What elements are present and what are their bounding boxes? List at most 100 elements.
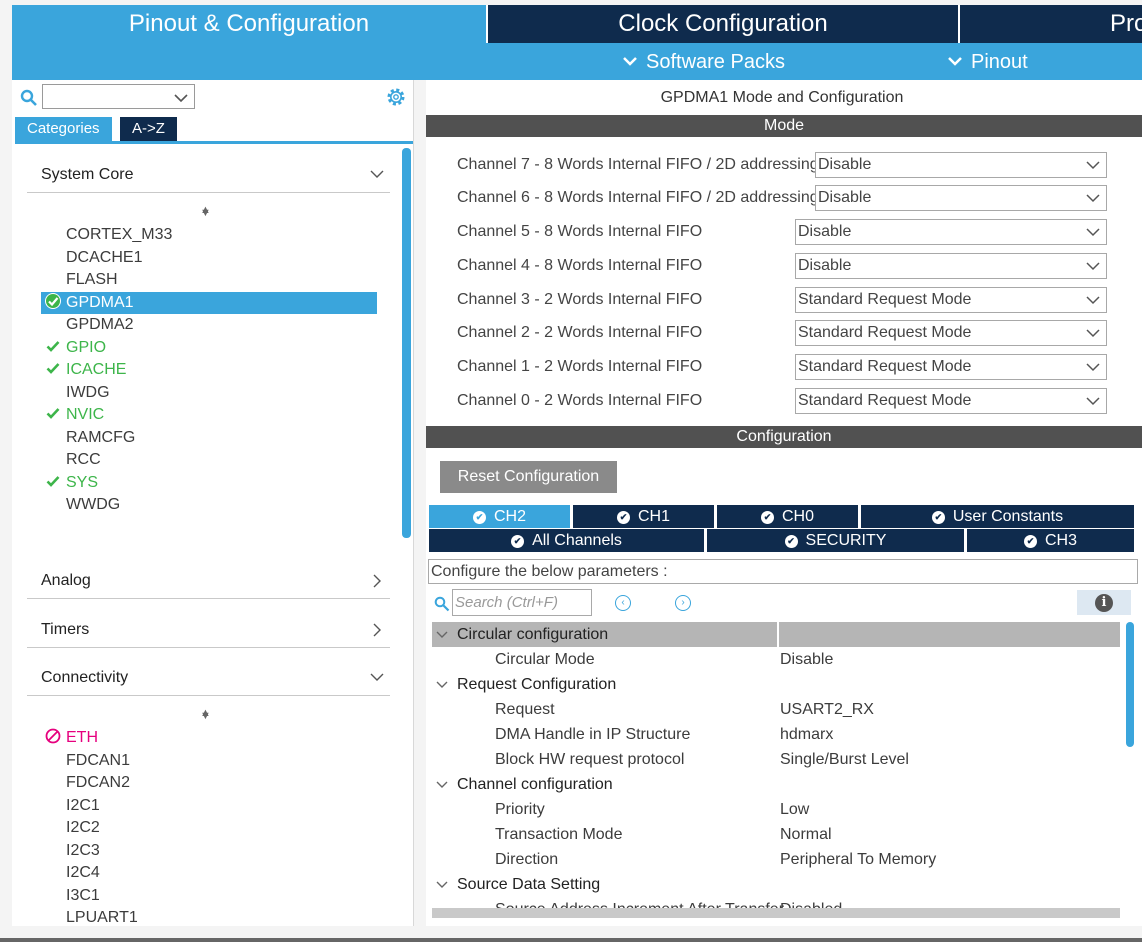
search-icon[interactable]: [20, 89, 38, 107]
config-tab[interactable]: ✔ CH0: [717, 505, 860, 528]
list-item[interactable]: I2C4: [41, 862, 377, 884]
category-connectivity[interactable]: Connectivity: [27, 660, 390, 696]
config-tab[interactable]: ✔ User Constants: [861, 505, 1136, 528]
list-item[interactable]: I2C2: [41, 817, 377, 839]
list-item[interactable]: CORTEX_M33: [41, 224, 377, 246]
tab-project-manager[interactable]: Pro: [960, 5, 1142, 43]
list-item[interactable]: LPUART1: [41, 907, 377, 929]
list-item[interactable]: FDCAN2: [41, 772, 377, 794]
channel-mode-select[interactable]: Disable: [795, 253, 1107, 279]
chevron-down-icon: [1086, 321, 1100, 345]
list-item[interactable]: RCC: [41, 449, 377, 471]
list-item[interactable]: SYS: [41, 472, 377, 494]
parameters-caption: Configure the below parameters :: [428, 559, 1138, 584]
list-item[interactable]: NVIC: [41, 404, 377, 426]
list-item[interactable]: I2C1: [41, 795, 377, 817]
parameter-row[interactable]: Transaction Mode Normal: [432, 822, 1120, 847]
channel-mode-select[interactable]: Standard Request Mode: [795, 320, 1107, 346]
category-analog[interactable]: Analog: [27, 563, 390, 599]
parameter-row[interactable]: Priority Low: [432, 797, 1120, 822]
parameter-group-row[interactable]: Channel configuration: [432, 772, 1120, 797]
channel-mode-select[interactable]: Standard Request Mode: [795, 388, 1107, 414]
parameter-value: Normal: [780, 826, 832, 843]
gear-icon[interactable]: [385, 86, 407, 108]
list-item-label: GPDMA2: [66, 316, 134, 333]
sub-menu-bar: Software Packs Pinout: [12, 43, 1142, 80]
parameter-row[interactable]: Request USART2_RX: [432, 697, 1120, 722]
channel-mode-label: Channel 5 - 8 Words Internal FIFO: [457, 223, 703, 240]
list-item[interactable]: IWDG: [41, 382, 377, 404]
tab-underline: [15, 141, 413, 144]
list-item[interactable]: WWDG: [41, 494, 377, 516]
list-item[interactable]: GPDMA1: [41, 291, 377, 314]
info-icon[interactable]: i: [1095, 594, 1113, 612]
config-tab[interactable]: ✔ CH1: [573, 505, 716, 528]
channel-mode-select[interactable]: Disable: [795, 219, 1107, 245]
list-item-label: I2C2: [66, 819, 100, 836]
check-icon: [43, 337, 63, 359]
config-tab-label: CH3: [1044, 532, 1077, 549]
list-item[interactable]: DCACHE1: [41, 247, 377, 269]
list-item[interactable]: FDCAN1: [41, 750, 377, 772]
parameter-group-row[interactable]: Circular configuration: [432, 622, 1120, 647]
tab-pinout-configuration[interactable]: Pinout & Configuration: [12, 5, 486, 43]
config-tab[interactable]: ✔ SECURITY: [707, 529, 966, 552]
list-item-label: WWDG: [66, 496, 121, 513]
search-combo[interactable]: [42, 84, 195, 109]
software-packs-menu[interactable]: Software Packs: [622, 43, 785, 80]
list-item[interactable]: GPDMA2: [41, 314, 377, 336]
check-circle-icon: ✔: [616, 511, 630, 524]
channel-mode-label: Channel 6 - 8 Words Internal FIFO / 2D a…: [457, 189, 819, 206]
list-item-label: I2C4: [66, 864, 100, 881]
top-navigation: Pinout & Configuration Clock Configurati…: [12, 5, 1142, 80]
list-item[interactable]: ETH: [41, 727, 377, 749]
config-tab-label: SECURITY: [805, 532, 887, 549]
list-item[interactable]: GPIO: [41, 337, 377, 359]
channel-mode-select[interactable]: Standard Request Mode: [795, 354, 1107, 380]
tab-categories[interactable]: Categories: [15, 117, 112, 141]
parameter-search-input[interactable]: Search (Ctrl+F): [452, 589, 592, 616]
tab-a-to-z[interactable]: A->Z: [120, 117, 177, 141]
scrollbar-thumb[interactable]: [402, 148, 411, 538]
parameter-row[interactable]: Block HW request protocol Single/Burst Le…: [432, 747, 1120, 772]
parameter-row[interactable]: DMA Handle in IP Structure hdmarx: [432, 722, 1120, 747]
chevron-right-icon: [373, 574, 381, 588]
list-item-label: ETH: [66, 729, 98, 746]
parameter-value: USART2_RX: [780, 701, 874, 718]
search-icon[interactable]: [434, 596, 450, 612]
parameter-group-row[interactable]: Request Configuration: [432, 672, 1120, 697]
select-value: Standard Request Mode: [798, 392, 972, 409]
reset-configuration-button[interactable]: Reset Configuration: [440, 461, 617, 493]
category-timers[interactable]: Timers: [27, 612, 390, 648]
list-item[interactable]: I2C3: [41, 840, 377, 862]
tab-clock-configuration[interactable]: Clock Configuration: [488, 5, 958, 43]
channel-mode-select[interactable]: Standard Request Mode: [795, 287, 1107, 313]
horizontal-scrollbar[interactable]: [432, 908, 1120, 918]
channel-mode-label: Channel 2 - 2 Words Internal FIFO: [457, 324, 703, 341]
parameter-group-row[interactable]: Source Data Setting: [432, 872, 1120, 897]
category-system-core[interactable]: System Core: [27, 157, 390, 193]
config-tab[interactable]: ✔ All Channels: [429, 529, 706, 552]
config-tab[interactable]: ✔ CH2: [429, 505, 572, 528]
next-match-icon[interactable]: ›: [675, 595, 691, 611]
previous-match-icon[interactable]: ‹: [615, 595, 631, 611]
check-circle-icon: ✔: [472, 511, 486, 524]
list-item-label: FDCAN1: [66, 751, 131, 769]
parameter-name: Request: [495, 701, 555, 718]
list-item-label: I2C1: [66, 796, 100, 814]
channel-mode-select[interactable]: Disable: [815, 185, 1107, 211]
config-tab-label: CH2: [493, 508, 526, 525]
list-item[interactable]: ICACHE: [41, 359, 377, 381]
pinout-menu[interactable]: Pinout: [947, 43, 1028, 80]
list-item[interactable]: I3C1: [41, 885, 377, 907]
parameter-row[interactable]: Circular Mode Disable: [432, 647, 1120, 672]
channel-mode-select[interactable]: Disable: [815, 152, 1107, 178]
category-label: Timers: [41, 621, 90, 638]
parameter-table: Circular configuration Circular Mode Disab…: [432, 622, 1120, 917]
list-item[interactable]: FLASH: [41, 269, 377, 291]
scrollbar-thumb[interactable]: [1126, 622, 1134, 747]
parameter-row[interactable]: Direction Peripheral To Memory: [432, 847, 1120, 872]
disabled-icon: [43, 727, 63, 749]
config-tab[interactable]: ✔ CH3: [967, 529, 1136, 552]
list-item[interactable]: RAMCFG: [41, 427, 377, 449]
